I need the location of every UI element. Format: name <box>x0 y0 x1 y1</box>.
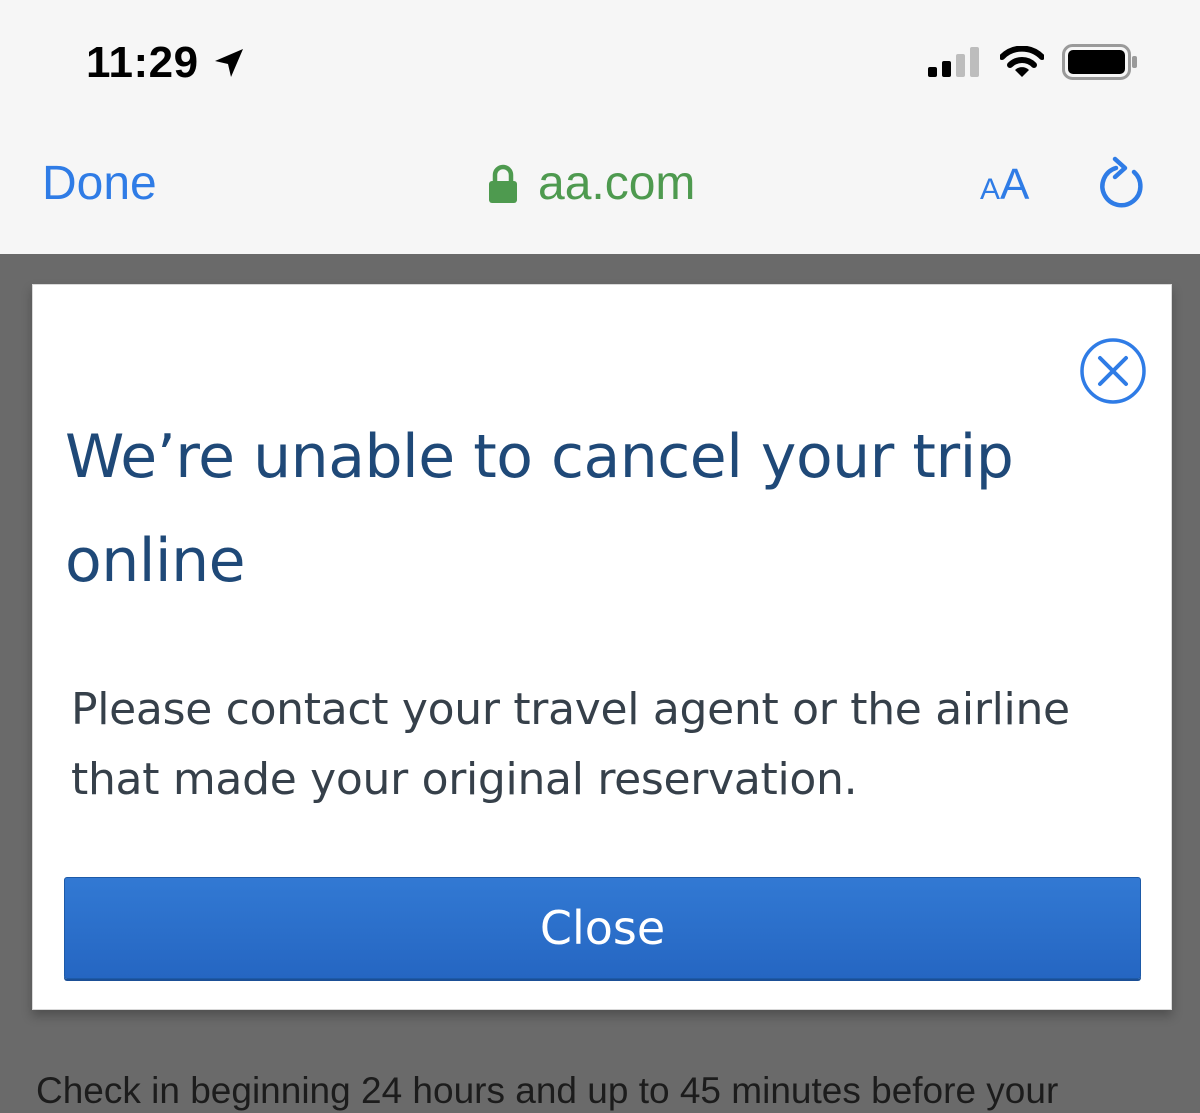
done-button[interactable]: Done <box>42 156 157 211</box>
status-bar: 11:29 <box>0 0 1200 120</box>
location-arrow-icon <box>211 45 247 81</box>
text-size-small-glyph: A <box>980 173 1001 206</box>
status-icons <box>928 44 1138 84</box>
close-button[interactable]: Close <box>64 877 1141 979</box>
dialog-title: We’re unable to cancel your trip online <box>65 422 1014 596</box>
dialog-message: Please contact your travel agent or the … <box>71 684 1070 805</box>
close-circle-icon[interactable] <box>1079 337 1147 405</box>
cancel-trip-dialog: We’re unable to cancel your trip online … <box>32 284 1172 1010</box>
reload-icon <box>1096 156 1152 217</box>
status-time: 11:29 <box>86 38 199 87</box>
cellular-signal-icon <box>928 47 982 81</box>
status-time-group: 11:29 <box>86 38 247 88</box>
text-size-button[interactable]: A A <box>980 160 1029 210</box>
check-in-info-text: Check in beginning 24 hours and up to 45… <box>36 1070 1059 1111</box>
battery-icon <box>1062 44 1138 84</box>
text-size-large-glyph: A <box>1000 160 1030 209</box>
browser-toolbar: Done aa.com A A <box>0 120 1200 254</box>
address-bar[interactable]: aa.com <box>488 156 695 211</box>
url-text: aa.com <box>538 157 696 210</box>
lock-icon <box>488 164 518 204</box>
reload-button[interactable] <box>1096 154 1152 214</box>
screen: 11:29 Done aa.com A A Check in beginning… <box>0 0 1200 1113</box>
wifi-icon <box>999 45 1045 82</box>
